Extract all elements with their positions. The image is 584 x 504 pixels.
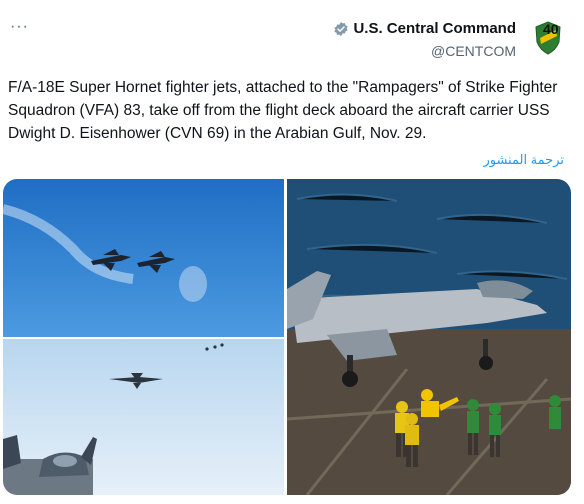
avatar[interactable]: 40 (526, 14, 570, 58)
user-handle: @CENTCOM (431, 43, 516, 59)
tweet-author[interactable]: U.S. Central Command @CENTCOM (333, 20, 516, 59)
more-options-icon[interactable]: ··· (10, 19, 29, 35)
display-name: U.S. Central Command (353, 20, 516, 37)
avatar-text: 40 (543, 21, 559, 37)
translate-link[interactable]: ترجمة المنشور (483, 152, 564, 168)
tweet-text: F/A-18E Super Hornet fighter jets, attac… (8, 79, 558, 142)
media-grid (3, 179, 571, 495)
photo-jets-in-sky[interactable] (3, 179, 284, 337)
verified-badge-icon (334, 21, 349, 36)
photo-flight-deck-crew[interactable] (287, 179, 571, 495)
photo-jet-takeoff[interactable] (3, 339, 284, 495)
